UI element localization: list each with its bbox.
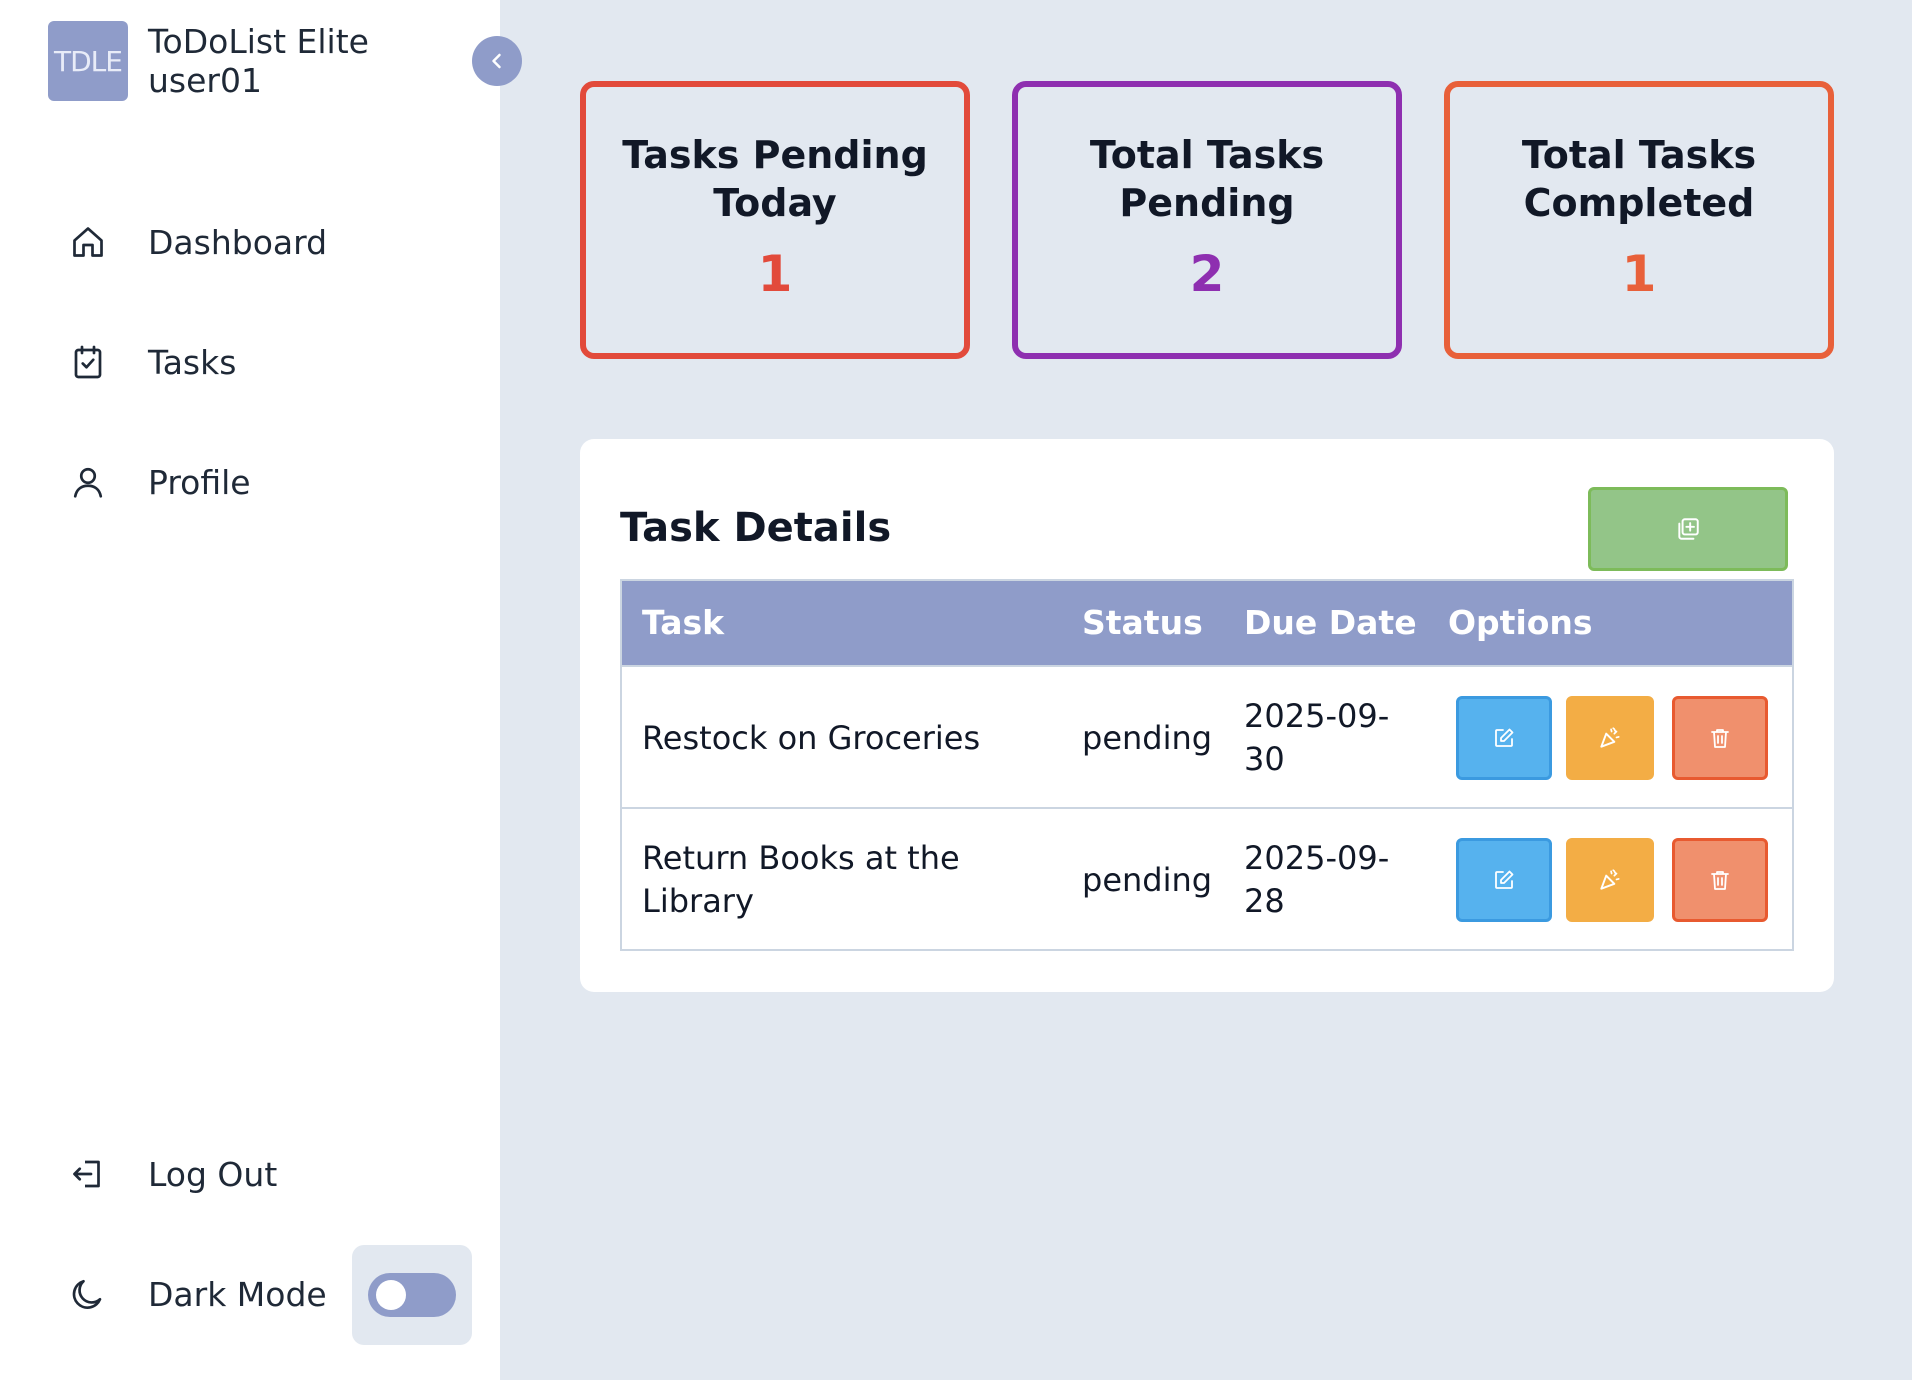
stat-title: Total Tasks Completed	[1521, 133, 1757, 225]
party-popper-icon	[1600, 869, 1620, 890]
sidebar-item-profile[interactable]: Profile	[68, 462, 251, 502]
task-name-line2: Library	[642, 882, 754, 920]
due-date-line2: 30	[1244, 740, 1285, 778]
logout-label: Log Out	[148, 1154, 278, 1194]
edit-task-button[interactable]	[1456, 696, 1552, 780]
moon-icon	[68, 1274, 108, 1314]
app-logo: TDLE	[48, 21, 128, 101]
sidebar-item-label: Dashboard	[148, 222, 328, 262]
edit-icon	[1495, 870, 1514, 889]
table-row: Return Books at the Library pending 2025…	[622, 807, 1792, 949]
sidebar-item-dashboard[interactable]: Dashboard	[68, 222, 327, 262]
sidebar: TDLE ToDoList Elite user01 Dashboard Tas…	[0, 0, 522, 1380]
toggle-knob	[376, 1280, 406, 1310]
collapse-sidebar-button[interactable]	[472, 36, 522, 86]
sidebar-item-label: Tasks	[148, 342, 237, 382]
app-root: TDLE ToDoList Elite user01 Dashboard Tas…	[0, 0, 1912, 1380]
column-header-due-date: Due Date	[1244, 603, 1417, 642]
stat-value: 2	[1189, 245, 1225, 303]
task-details-panel: Task Details Task Status Due Date Option…	[580, 439, 1834, 992]
task-table: Task Status Due Date Options Restock on …	[620, 579, 1794, 951]
column-header-options: Options	[1448, 603, 1593, 642]
stat-title: Total Tasks Pending	[1089, 133, 1325, 225]
dark-mode-toggle[interactable]	[368, 1273, 456, 1317]
task-due-date: 2025-09- 30	[1244, 695, 1389, 781]
due-date-line2: 28	[1244, 882, 1285, 920]
logout-button[interactable]: Log Out	[68, 1154, 277, 1194]
table-header: Task Status Due Date Options	[622, 581, 1792, 665]
edit-icon	[1495, 728, 1514, 747]
task-status: pending	[1082, 719, 1213, 757]
clipboard-check-icon	[68, 342, 108, 382]
task-name: Restock on Groceries	[642, 719, 981, 757]
dark-mode-toggle-container	[352, 1245, 472, 1345]
trash-icon	[1711, 871, 1729, 890]
panel-title: Task Details	[620, 505, 892, 551]
column-header-task: Task	[642, 603, 725, 642]
dark-mode-label: Dark Mode	[148, 1274, 327, 1314]
user-icon	[68, 462, 108, 502]
dark-mode-row: Dark Mode	[68, 1274, 327, 1314]
stat-value: 1	[757, 245, 793, 303]
username: user01	[148, 61, 262, 100]
stat-card-total-completed: Total Tasks Completed 1	[1444, 81, 1834, 359]
task-name: Return Books at the Library	[642, 837, 960, 923]
home-icon	[68, 222, 108, 262]
edit-task-button[interactable]	[1456, 838, 1552, 922]
add-task-button[interactable]	[1588, 487, 1788, 571]
logout-icon	[68, 1154, 108, 1194]
trash-icon	[1711, 729, 1729, 748]
task-due-date: 2025-09- 28	[1244, 837, 1389, 923]
sidebar-item-tasks[interactable]: Tasks	[68, 342, 236, 382]
delete-task-button[interactable]	[1672, 696, 1768, 780]
task-status: pending	[1082, 861, 1213, 899]
sidebar-item-label: Profile	[148, 462, 251, 502]
task-name-line1: Return Books at the	[642, 839, 960, 877]
stat-card-total-pending: Total Tasks Pending 2	[1012, 81, 1402, 359]
brand-text: ToDoList Elite user01	[148, 22, 369, 100]
stat-title: Tasks Pending Today	[622, 133, 928, 225]
brand: TDLE ToDoList Elite user01	[48, 21, 369, 101]
column-header-status: Status	[1082, 603, 1203, 642]
stat-value: 1	[1621, 245, 1657, 303]
complete-task-button[interactable]	[1566, 838, 1654, 922]
due-date-line1: 2025-09-	[1244, 697, 1390, 735]
delete-task-button[interactable]	[1672, 838, 1768, 922]
stat-card-pending-today: Tasks Pending Today 1	[580, 81, 970, 359]
table-row: Restock on Groceries pending 2025-09- 30	[622, 665, 1792, 807]
party-popper-icon	[1600, 727, 1620, 748]
complete-task-button[interactable]	[1566, 696, 1654, 780]
due-date-line1: 2025-09-	[1244, 839, 1390, 877]
chevron-left-icon	[492, 53, 501, 69]
app-name: ToDoList Elite	[148, 22, 369, 61]
add-copy-icon	[1678, 518, 1699, 540]
